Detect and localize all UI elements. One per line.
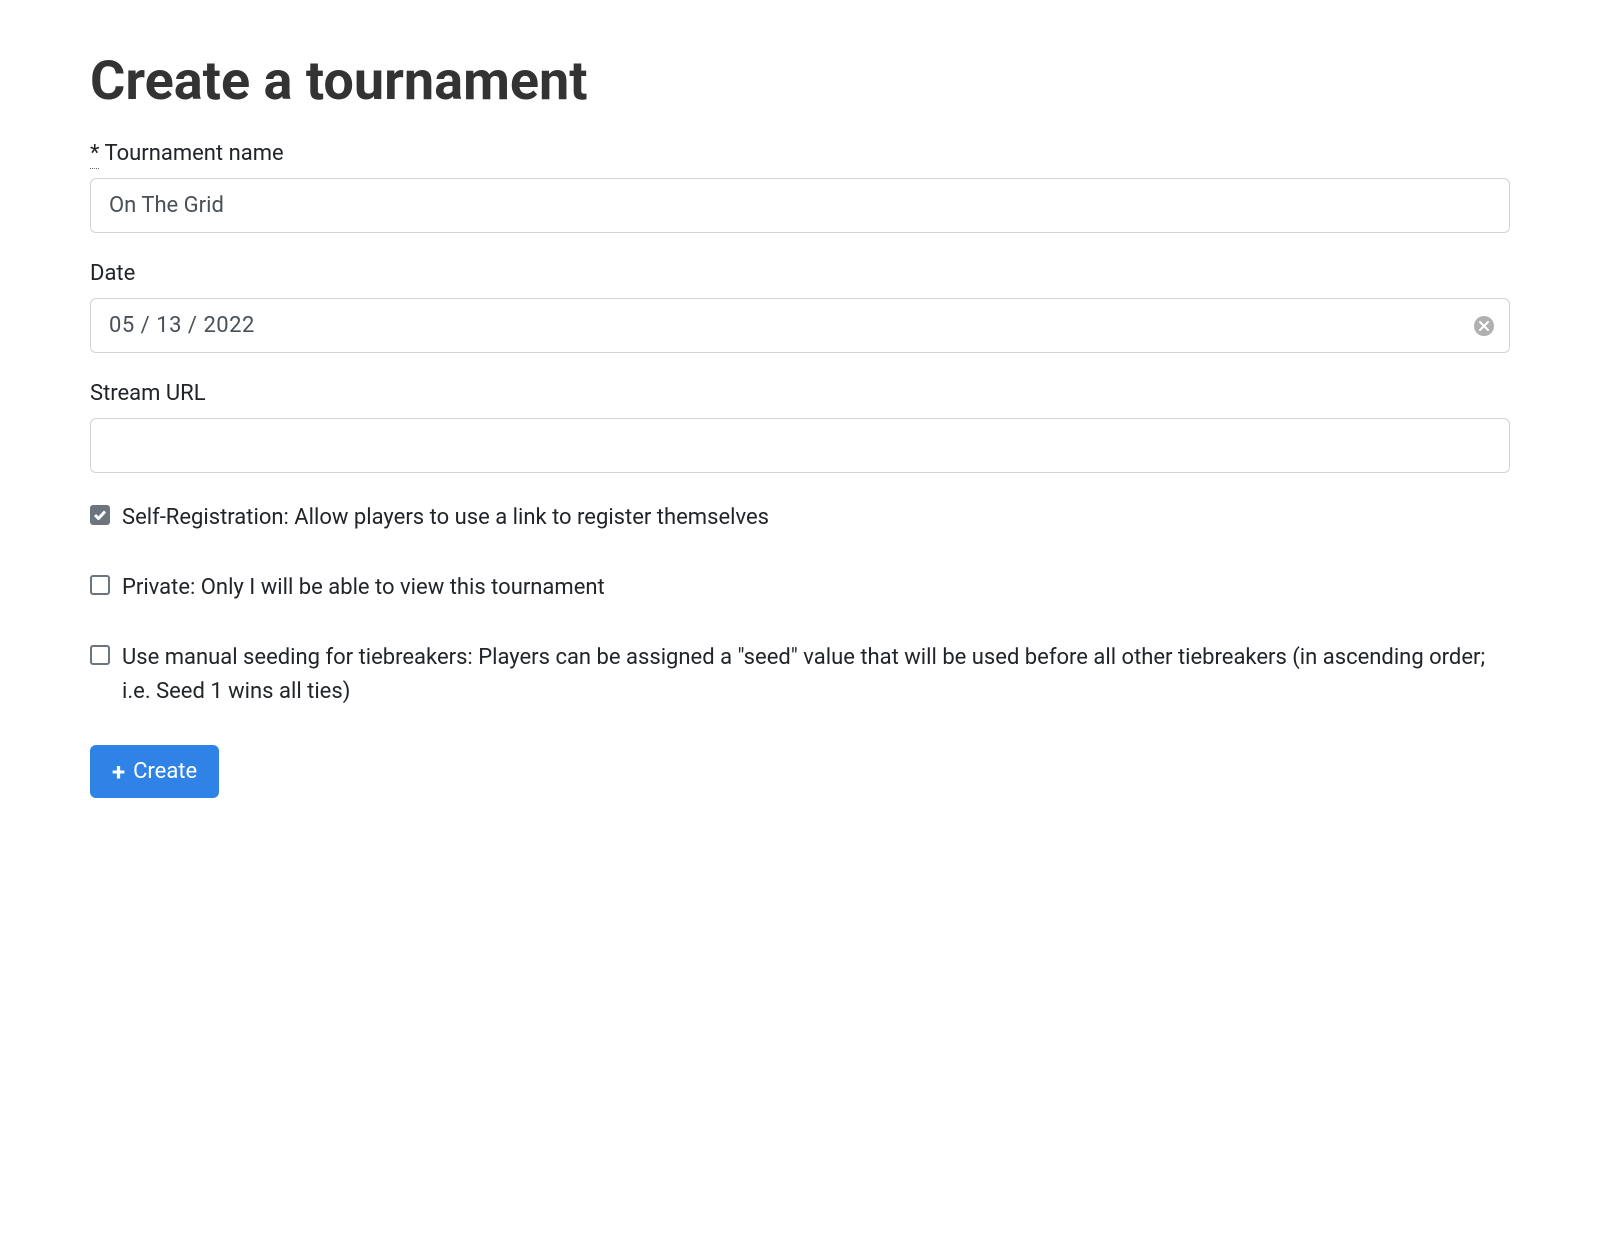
tournament-name-label: * Tournament name xyxy=(90,141,1510,166)
manual-seeding-checkbox[interactable] xyxy=(90,645,110,665)
manual-seeding-group: Use manual seeding for tiebreakers: Play… xyxy=(90,641,1510,709)
required-mark: * xyxy=(90,141,99,169)
stream-url-label: Stream URL xyxy=(90,381,1510,406)
stream-url-group: Stream URL xyxy=(90,381,1510,473)
date-group: Date xyxy=(90,261,1510,353)
private-label[interactable]: Private: Only I will be able to view thi… xyxy=(122,571,605,605)
plus-icon: + xyxy=(112,760,125,784)
tournament-name-group: * Tournament name xyxy=(90,141,1510,233)
tournament-name-input[interactable] xyxy=(90,178,1510,233)
manual-seeding-label[interactable]: Use manual seeding for tiebreakers: Play… xyxy=(122,641,1510,709)
self-registration-checkbox[interactable] xyxy=(90,505,110,525)
private-group: Private: Only I will be able to view thi… xyxy=(90,571,1510,605)
tournament-name-label-text: Tournament name xyxy=(105,141,284,166)
create-button-label: Create xyxy=(133,759,197,784)
date-input[interactable] xyxy=(90,298,1510,353)
self-registration-label[interactable]: Self-Registration: Allow players to use … xyxy=(122,501,769,535)
private-checkbox[interactable] xyxy=(90,575,110,595)
create-button[interactable]: + Create xyxy=(90,745,219,798)
clear-date-icon[interactable] xyxy=(1474,316,1494,336)
date-input-wrapper xyxy=(90,298,1510,353)
self-registration-group: Self-Registration: Allow players to use … xyxy=(90,501,1510,535)
page-title: Create a tournament xyxy=(90,50,1510,113)
date-label: Date xyxy=(90,261,1510,286)
stream-url-input[interactable] xyxy=(90,418,1510,473)
